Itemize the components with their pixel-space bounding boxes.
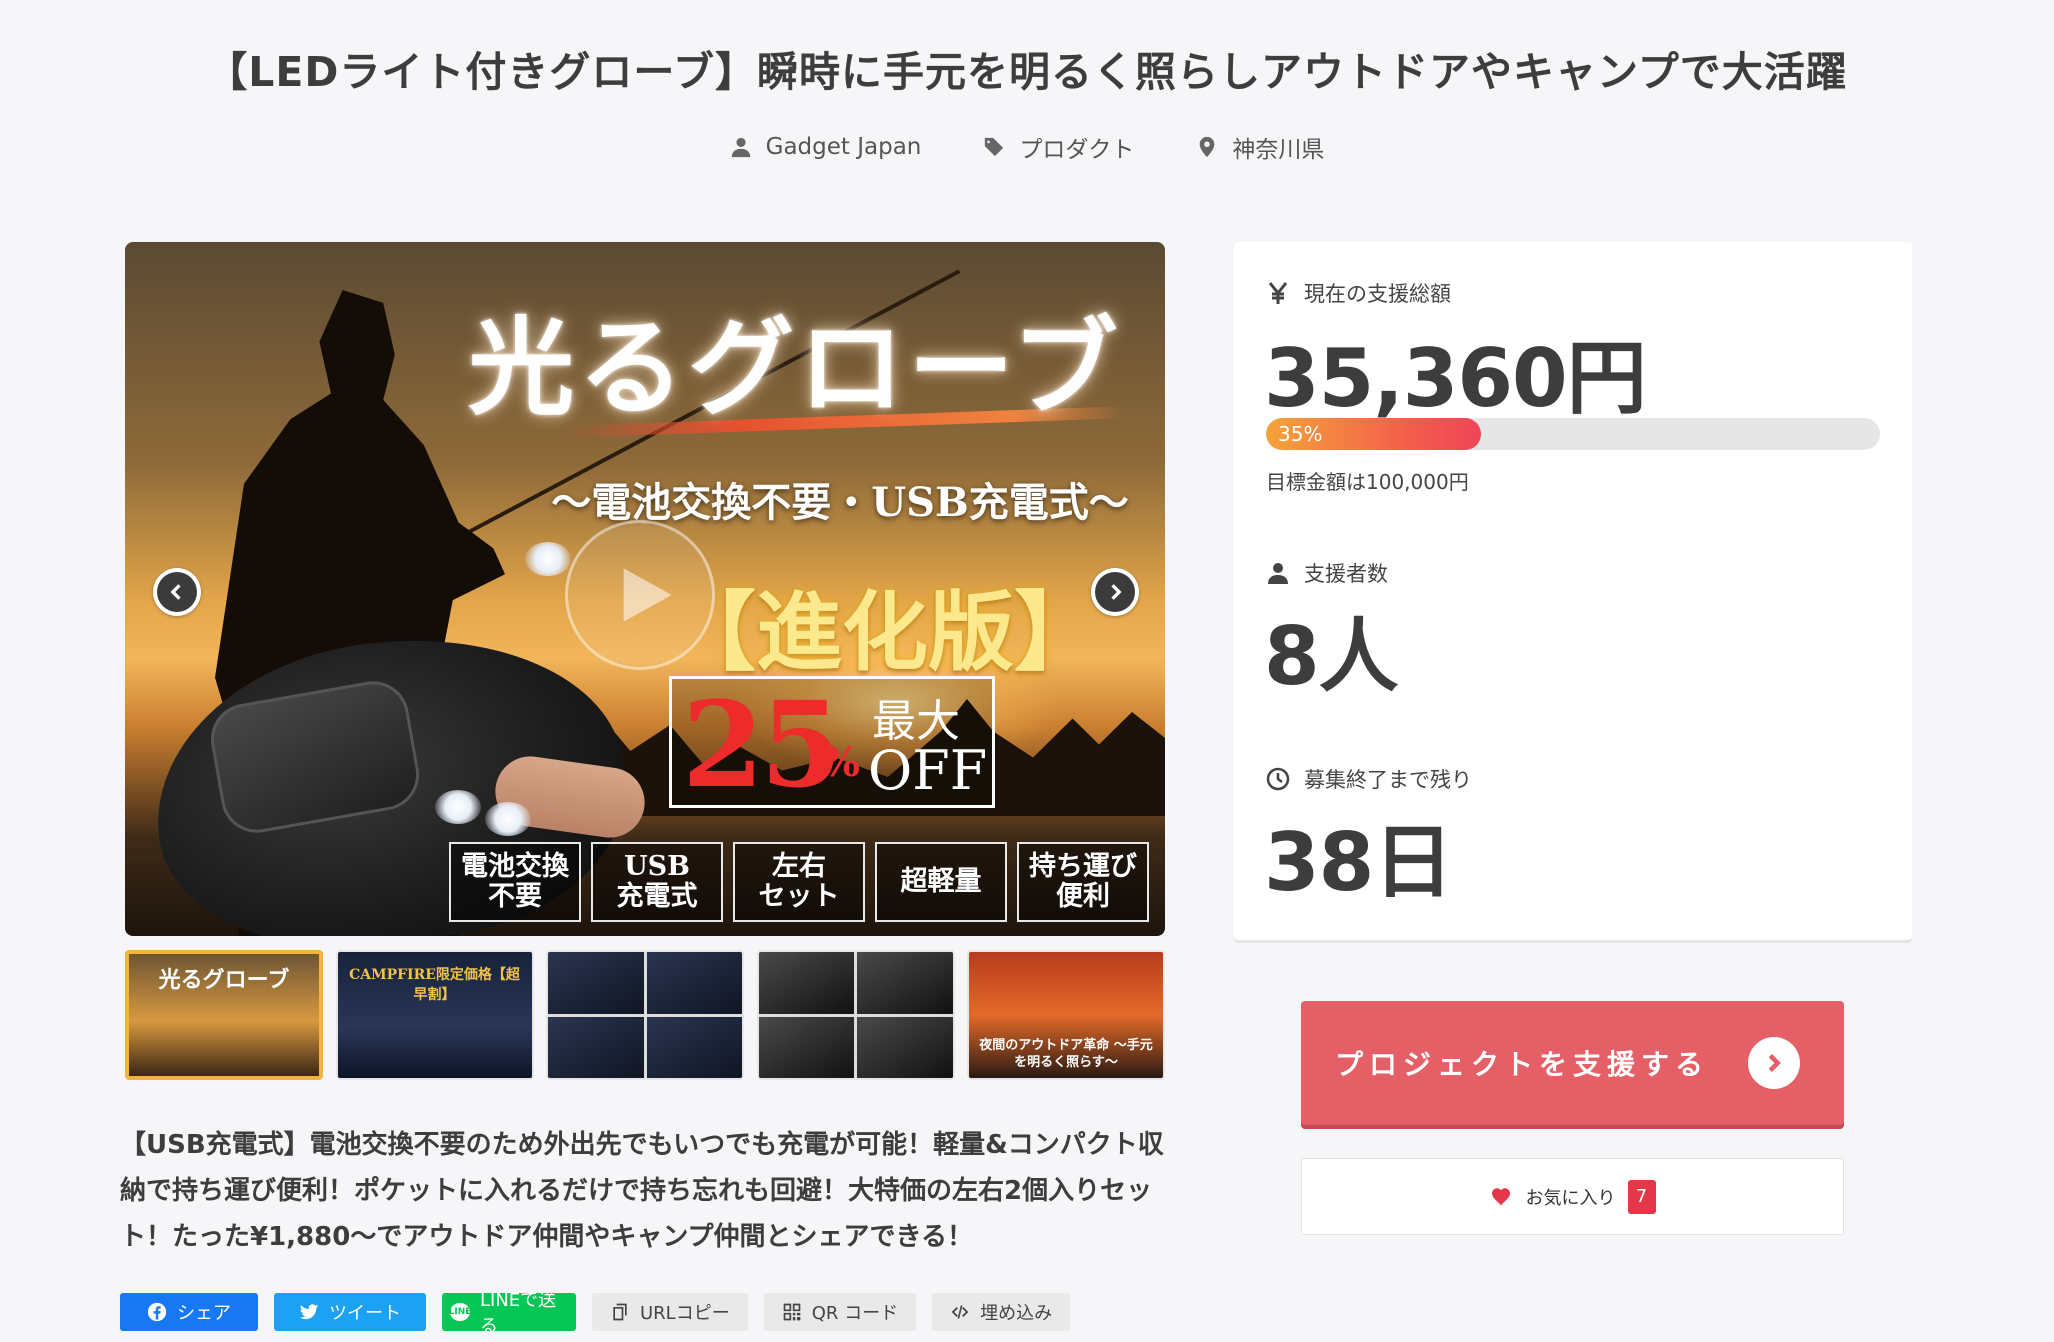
- heart-icon: [1491, 1187, 1510, 1206]
- discount-number: 25: [682, 675, 842, 814]
- thumbnail-3[interactable]: [546, 950, 744, 1080]
- led-light: [525, 542, 571, 576]
- total-amount-value: 35,360円: [1264, 332, 1647, 425]
- twitter-share-button[interactable]: ツイート: [274, 1293, 426, 1331]
- play-button[interactable]: [565, 520, 715, 670]
- line-icon: LINE: [449, 1303, 471, 1321]
- remaining-label: 募集終了まで残り: [1266, 764, 1472, 794]
- thumbnail-collage: [758, 952, 953, 1078]
- feature-badge: 持ち運び 便利: [1017, 842, 1149, 922]
- owner-link[interactable]: Gadget Japan: [730, 130, 922, 164]
- support-project-button[interactable]: プロジェクトを支援する: [1301, 1001, 1844, 1125]
- total-amount-label-text: 現在の支援総額: [1304, 282, 1451, 306]
- discount-off: OFF: [868, 739, 988, 802]
- thumbnail-caption: CAMPFIRE限定価格【超早割】: [349, 967, 520, 1003]
- feature-badge: 超軽量: [875, 842, 1007, 922]
- qr-code-button[interactable]: QR コード: [763, 1293, 917, 1331]
- map-pin-icon: [1200, 136, 1215, 158]
- location-link[interactable]: 神奈川県: [1196, 130, 1324, 164]
- line-share-button[interactable]: LINE LINEで送る: [442, 1290, 576, 1337]
- main-media[interactable]: 光るグローブ 〜電池交換不要・USB充電式〜 【進化版】 25 % 最大 OFF…: [125, 242, 1165, 936]
- play-icon: [623, 568, 672, 622]
- supporters-label-text: 支援者数: [1304, 562, 1388, 586]
- thumbnail-caption: 夜間のアウトドア革命 〜手元を明るく照らす〜: [979, 1038, 1153, 1071]
- led-light: [485, 802, 531, 836]
- thumbnail-1[interactable]: 光るグローブ: [125, 950, 323, 1080]
- url-copy-label: URLコピー: [640, 1303, 730, 1324]
- twitter-share-label: ツイート: [329, 1303, 401, 1324]
- remaining-value: 38日: [1264, 816, 1453, 909]
- owner-name: Gadget Japan: [765, 134, 922, 160]
- line-share-label: LINEで送る: [480, 1290, 557, 1337]
- previous-slide-button[interactable]: [153, 568, 201, 616]
- share-bar: シェア ツイート LINE LINEで送る URLコピー QR コード 埋め込み: [120, 1290, 1071, 1337]
- remaining-label-text: 募集終了まで残り: [1304, 768, 1472, 792]
- thumbnail-strip: 光るグローブ CAMPFIRE限定価格【超早割】 夜間のアウトドア革命 〜手元を…: [125, 950, 1165, 1080]
- supporters-value: 8人: [1264, 610, 1399, 703]
- facebook-share-button[interactable]: シェア: [120, 1293, 258, 1331]
- feature-badges: 電池交換 不要 USB 充電式 左右 セット 超軽量 持ち運び 便利: [449, 842, 1149, 922]
- favorite-count: 7: [1627, 1179, 1656, 1214]
- page-title: 【LEDライト付きグローブ】瞬時に手元を明るく照らしアウトドアやキャンプで大活躍: [206, 48, 1848, 96]
- thumbnail-4[interactable]: [756, 950, 955, 1080]
- yen-icon: [1268, 282, 1288, 304]
- copy-icon: [613, 1303, 627, 1321]
- support-project-label: プロジェクトを支援する: [1335, 1048, 1710, 1081]
- url-copy-button[interactable]: URLコピー: [592, 1293, 748, 1331]
- favorite-button[interactable]: お気に入り 7: [1301, 1158, 1844, 1235]
- funding-progress-fill: 35%: [1266, 418, 1481, 450]
- funding-progress-text: 35%: [1278, 422, 1323, 446]
- embed-button[interactable]: 埋め込み: [932, 1293, 1071, 1331]
- thumbnail-caption: 光るグローブ: [158, 967, 290, 993]
- tag-icon: [985, 137, 1004, 157]
- thumbnail-5[interactable]: 夜間のアウトドア革命 〜手元を明るく照らす〜: [967, 950, 1165, 1080]
- thumbnail-collage: [548, 952, 742, 1078]
- clock-icon: [1266, 767, 1290, 791]
- hero-subtitle: 〜電池交換不要・USB充電式〜: [551, 479, 1129, 526]
- thumbnail-2[interactable]: CAMPFIRE限定価格【超早割】: [335, 950, 534, 1080]
- user-icon: [731, 137, 750, 158]
- arrow-right-icon: [1748, 1037, 1800, 1089]
- qr-code-icon: [783, 1303, 801, 1321]
- chevron-right-icon: [1111, 584, 1122, 600]
- embed-label: 埋め込み: [980, 1303, 1053, 1324]
- discount-percent: %: [822, 739, 861, 786]
- project-description: 【USB充電式】電池交換不要のため外出先でもいつでも充電が可能！軽量&コンパクト…: [120, 1130, 1164, 1252]
- funding-progress-bar: 35%: [1266, 418, 1880, 450]
- facebook-share-label: シェア: [177, 1303, 231, 1324]
- next-slide-button[interactable]: [1091, 568, 1139, 616]
- code-icon: [951, 1305, 969, 1319]
- qr-code-label: QR コード: [811, 1303, 899, 1324]
- facebook-icon: [147, 1302, 167, 1322]
- led-light: [435, 790, 481, 824]
- twitter-icon: [299, 1304, 319, 1320]
- user-icon: [1268, 563, 1288, 584]
- category-link[interactable]: プロダクト: [983, 130, 1134, 164]
- feature-badge: USB 充電式: [591, 842, 723, 922]
- discount-box: 25 % 最大 OFF: [669, 675, 995, 814]
- funding-stats-card: 現在の支援総額 35,360円 35% 目標金額は100,000円 支援者数 8…: [1234, 242, 1912, 940]
- total-amount-label: 現在の支援総額: [1266, 278, 1451, 308]
- hero-title: 光るグローブ: [468, 305, 1122, 430]
- category-name: プロダクト: [1019, 137, 1135, 163]
- location-name: 神奈川県: [1232, 137, 1325, 163]
- supporters-label: 支援者数: [1266, 558, 1388, 588]
- feature-badge: 左右 セット: [733, 842, 865, 922]
- chevron-left-icon: [170, 584, 181, 600]
- favorite-label: お気に入り: [1525, 1187, 1616, 1209]
- project-meta: Gadget Japan プロダクト 神奈川県: [0, 130, 2054, 164]
- feature-badge: 電池交換 不要: [449, 842, 581, 922]
- goal-amount: 目標金額は100,000円: [1266, 470, 1469, 494]
